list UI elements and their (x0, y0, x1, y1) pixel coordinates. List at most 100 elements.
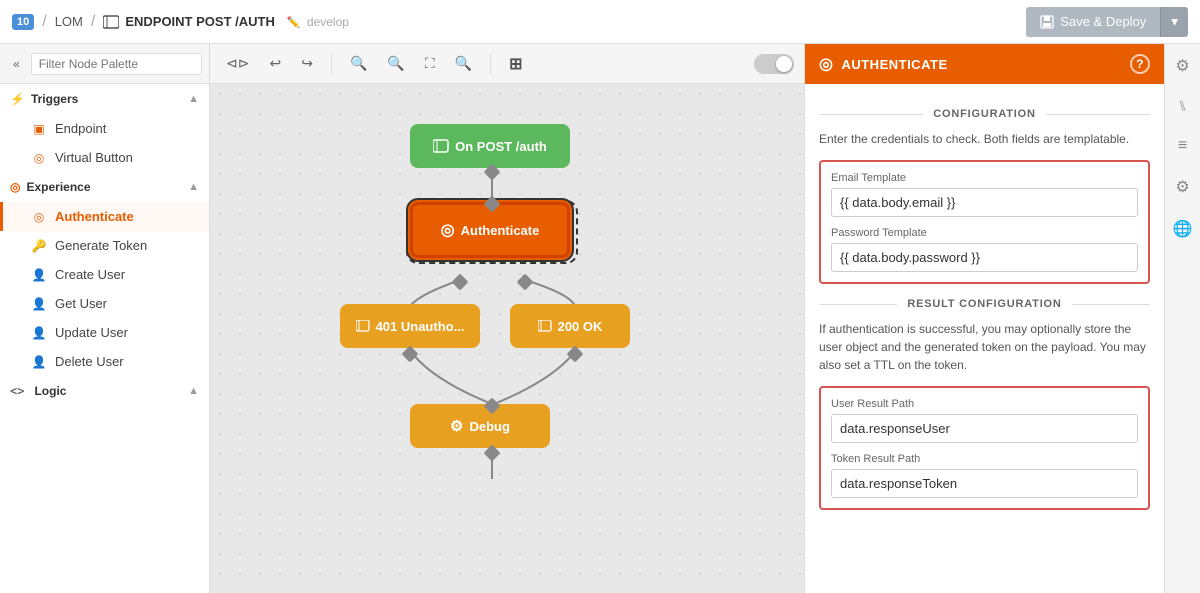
endpoint-icon (103, 15, 119, 29)
sidebar-item-authenticate[interactable]: ◎ Authenticate (0, 202, 209, 231)
result-description: If authentication is successful, you may… (819, 320, 1150, 374)
section-experience[interactable]: ◎ Experience ▲ (0, 172, 209, 202)
node-debug[interactable]: ⚙ Debug (410, 404, 550, 448)
delete-user-icon: 👤 (31, 355, 47, 369)
email-template-input[interactable] (831, 188, 1138, 217)
sidebar-item-get-user[interactable]: 👤 Get User (0, 289, 209, 318)
zoom-in-btn[interactable]: 🔍 (381, 52, 410, 75)
toggle-wrapper (754, 54, 794, 74)
right-panel-header: ◎ AUTHENTICATE ? (805, 44, 1164, 84)
panel-title: AUTHENTICATE (841, 57, 947, 72)
topbar: 10 / LOM / ENDPOINT POST /AUTH develop S… (0, 0, 1200, 44)
user-result-input[interactable] (831, 414, 1138, 443)
sidebar-item-endpoint[interactable]: ▣ Endpoint (0, 114, 209, 143)
credentials-field-group: Email Template Password Template (819, 160, 1150, 284)
sidebar-collapse-button[interactable]: « (8, 54, 25, 74)
toolbar-divider2 (490, 54, 491, 74)
toggle-knob (776, 56, 792, 72)
get-user-icon: 👤 (31, 297, 47, 311)
right-panel-body: CONFIGURATION Enter the credentials to c… (805, 84, 1164, 593)
sep1: / (42, 13, 46, 31)
diamond-auth-out-left (452, 274, 469, 291)
triggers-icon: ⚡ (10, 92, 25, 106)
right-panel: ◎ AUTHENTICATE ? CONFIGURATION Enter the… (804, 44, 1164, 593)
sidebar-item-create-user[interactable]: 👤 Create User (0, 260, 209, 289)
sidebar-toolbar: « (0, 44, 209, 84)
sidebar-item-delete-user[interactable]: 👤 Delete User (0, 347, 209, 376)
fit-screen-btn[interactable]: ⛶ (419, 52, 441, 75)
experience-chevron: ▲ (188, 181, 199, 193)
update-user-icon: 👤 (31, 326, 47, 340)
node-401[interactable]: 401 Unautho... (340, 304, 480, 348)
plug-icon[interactable]: ⑊ (1174, 94, 1191, 119)
node-401-icon (356, 320, 370, 332)
app-badge: 10 (12, 14, 34, 30)
generate-token-icon: 🔑 (31, 239, 47, 253)
sep2: / (91, 13, 95, 31)
node-on-post[interactable]: On POST /auth (410, 124, 570, 168)
save-icon (1040, 15, 1054, 29)
virtual-button-icon: ◎ (31, 151, 47, 165)
diamond-auth-out-right (517, 274, 534, 291)
sidebar-item-update-user[interactable]: 👤 Update User (0, 318, 209, 347)
settings-icon[interactable]: ⚙ (1171, 52, 1193, 80)
password-template-input[interactable] (831, 243, 1138, 272)
result-field-group: User Result Path Token Result Path (819, 386, 1150, 510)
triggers-chevron: ▲ (188, 93, 199, 105)
help-icon[interactable]: ? (1130, 54, 1150, 74)
email-template-label: Email Template (831, 172, 1138, 184)
authenticate-icon: ◎ (31, 210, 47, 224)
search-btn[interactable]: 🔍 (449, 52, 478, 75)
undo-button[interactable]: ↩ (263, 52, 287, 75)
create-user-icon: 👤 (31, 268, 47, 282)
logic-icon: <> (10, 384, 24, 398)
token-result-label: Token Result Path (831, 453, 1138, 465)
canvas-toolbar: ⊲⊳ ↩ ↪ 🔍 🔍 ⛶ 🔍 ⊞ (210, 44, 804, 84)
node-endpoint-icon (433, 139, 449, 153)
password-template-label: Password Template (831, 227, 1138, 239)
save-deploy-button[interactable]: Save & Deploy (1026, 7, 1160, 37)
token-result-input[interactable] (831, 469, 1138, 498)
panel-header-icon: ◎ (819, 54, 833, 74)
zoom-out-btn2[interactable]: 🔍 (344, 52, 373, 75)
stack-icon[interactable]: ≡ (1174, 133, 1191, 159)
branch-label: develop (287, 15, 349, 29)
lom-label: LOM (55, 14, 83, 29)
authenticate-node-icon: ◎ (441, 220, 455, 240)
sidebar-item-generate-token[interactable]: 🔑 Generate Token (0, 231, 209, 260)
canvas-area: ⊲⊳ ↩ ↪ 🔍 🔍 ⛶ 🔍 ⊞ (210, 44, 804, 593)
endpoint-icon: ▣ (31, 122, 47, 136)
debug-icon: ⚙ (450, 417, 463, 435)
config-section-title: CONFIGURATION (923, 108, 1045, 120)
node-200[interactable]: 200 OK (510, 304, 630, 348)
canvas-grid[interactable]: On POST /auth ◎ Authenticate 401 Unautho… (210, 84, 804, 593)
right-panel-outer: ◎ AUTHENTICATE ? CONFIGURATION Enter the… (804, 44, 1200, 593)
section-triggers[interactable]: ⚡ Triggers ▲ (0, 84, 209, 114)
add-node-button[interactable]: ⊞ (503, 51, 528, 77)
right-sidebar-icons: ⚙ ⑊ ≡ ⚙ 🌐 (1164, 44, 1200, 593)
canvas-toggle[interactable] (754, 54, 794, 74)
globe-icon[interactable]: 🌐 (1169, 215, 1197, 243)
node-200-icon (538, 320, 552, 332)
user-result-label: User Result Path (831, 398, 1138, 410)
sidebar: « ⚡ Triggers ▲ ▣ Endpoint ◎ Virtual Butt… (0, 44, 210, 593)
topbar-actions: Save & Deploy ▾ (1026, 7, 1188, 37)
experience-icon: ◎ (10, 180, 20, 194)
logic-chevron: ▲ (188, 385, 199, 397)
main-layout: « ⚡ Triggers ▲ ▣ Endpoint ◎ Virtual Butt… (0, 44, 1200, 593)
config-description: Enter the credentials to check. Both fie… (819, 130, 1150, 148)
toolbar-divider1 (331, 54, 332, 74)
zoom-out-button[interactable]: ⊲⊳ (220, 52, 255, 75)
config-section-row: CONFIGURATION (819, 108, 1150, 120)
result-section-row: RESULT CONFIGURATION (819, 298, 1150, 310)
redo-button[interactable]: ↪ (295, 52, 319, 75)
result-section-title: RESULT CONFIGURATION (897, 298, 1071, 310)
save-deploy-dropdown-button[interactable]: ▾ (1160, 7, 1188, 37)
diamond-401-out (402, 346, 419, 363)
page-title: ENDPOINT POST /AUTH (103, 14, 275, 29)
section-logic[interactable]: <> Logic ▲ (0, 376, 209, 406)
sliders-icon[interactable]: ⚙ (1171, 173, 1193, 201)
filter-node-palette-input[interactable] (31, 53, 202, 75)
sidebar-item-virtual-button[interactable]: ◎ Virtual Button (0, 143, 209, 172)
diamond-200-out (567, 346, 584, 363)
